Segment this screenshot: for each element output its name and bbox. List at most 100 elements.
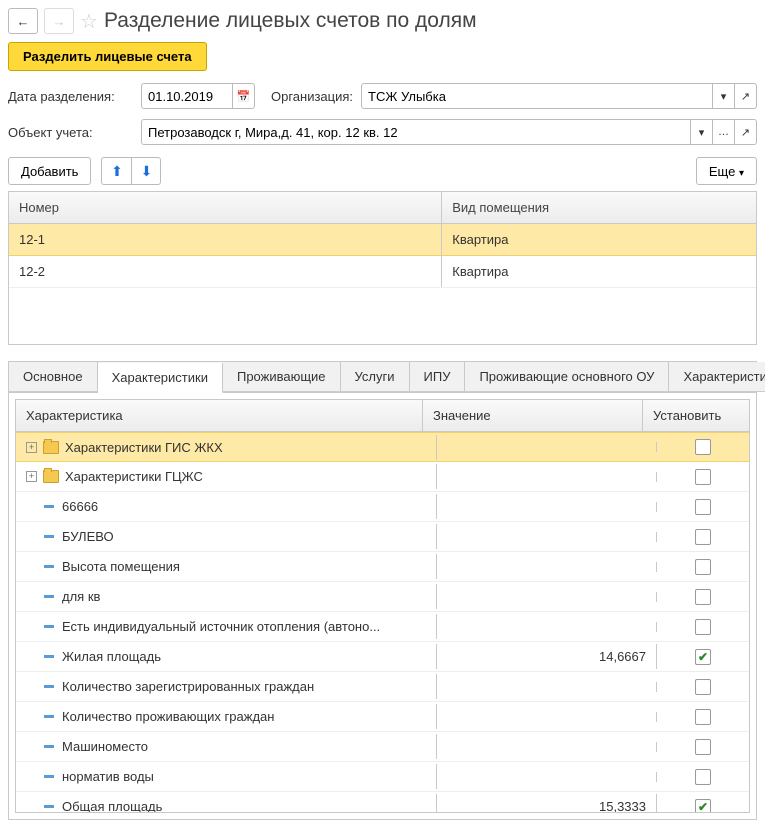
property-row[interactable]: Количество проживающих граждан xyxy=(16,702,749,732)
set-checkbox[interactable] xyxy=(695,619,711,635)
item-icon xyxy=(44,625,54,628)
set-checkbox[interactable] xyxy=(695,469,711,485)
nav-forward-button[interactable]: → xyxy=(44,8,74,34)
chevron-down-icon: ▾ xyxy=(699,126,705,139)
set-checkbox[interactable] xyxy=(695,679,711,695)
item-icon xyxy=(44,685,54,688)
set-checkbox[interactable] xyxy=(695,589,711,605)
obj-dropdown-button[interactable]: ▾ xyxy=(691,119,713,145)
set-checkbox[interactable]: ✔ xyxy=(695,649,711,665)
property-value xyxy=(437,622,657,632)
property-label: Общая площадь xyxy=(62,799,162,812)
date-input[interactable] xyxy=(141,83,233,109)
set-checkbox[interactable] xyxy=(695,559,711,575)
split-accounts-button[interactable]: Разделить лицевые счета xyxy=(8,42,207,71)
ellipsis-icon: … xyxy=(718,126,729,138)
item-icon xyxy=(44,715,54,718)
open-icon: ↗ xyxy=(741,126,750,139)
item-icon xyxy=(44,595,54,598)
property-label: Есть индивидуальный источник отопления (… xyxy=(62,619,380,634)
property-value xyxy=(437,442,657,452)
item-icon xyxy=(44,565,54,568)
cell-type: Квартира xyxy=(442,224,756,255)
cell-number: 12-1 xyxy=(9,224,442,255)
org-open-button[interactable]: ↗ xyxy=(735,83,757,109)
property-row[interactable]: БУЛЕВО xyxy=(16,522,749,552)
tab-2[interactable]: Проживающие xyxy=(223,362,341,392)
set-checkbox[interactable] xyxy=(695,529,711,545)
property-row[interactable]: + Характеристики ГЦЖС xyxy=(16,462,749,492)
item-icon xyxy=(44,775,54,778)
expand-icon[interactable]: + xyxy=(26,442,37,453)
move-down-button[interactable]: ⬇ xyxy=(131,157,161,185)
property-value xyxy=(437,562,657,572)
property-value xyxy=(437,712,657,722)
properties-grid: Характеристика Значение Установить +Хара… xyxy=(15,399,750,813)
folder-icon xyxy=(43,441,59,454)
property-row[interactable]: Количество зарегистрированных граждан xyxy=(16,672,749,702)
property-label: Машиноместо xyxy=(62,739,148,754)
property-row[interactable]: Высота помещения xyxy=(16,552,749,582)
date-picker-button[interactable]: 📅 xyxy=(233,83,255,109)
item-icon xyxy=(44,505,54,508)
folder-icon xyxy=(43,470,59,483)
table-row[interactable]: 12-1Квартира xyxy=(9,224,756,256)
property-label: 66666 xyxy=(62,499,98,514)
arrow-down-icon: ⬇ xyxy=(141,163,153,180)
property-row[interactable]: норматив воды xyxy=(16,762,749,792)
tab-0[interactable]: Основное xyxy=(9,362,98,392)
obj-input[interactable] xyxy=(141,119,691,145)
property-value xyxy=(437,682,657,692)
chevron-down-icon: ▾ xyxy=(739,168,744,179)
tab-bar: ОсновноеХарактеристикиПроживающиеУслугиИ… xyxy=(8,361,757,392)
property-value xyxy=(437,472,657,482)
set-checkbox[interactable] xyxy=(695,499,711,515)
property-label: Высота помещения xyxy=(62,559,180,574)
obj-open-button[interactable]: ↗ xyxy=(735,119,757,145)
property-label: для кв xyxy=(62,589,100,604)
col-header-set[interactable]: Установить xyxy=(643,400,735,431)
col-header-property[interactable]: Характеристика xyxy=(16,400,423,431)
col-header-value[interactable]: Значение xyxy=(423,400,643,431)
chevron-down-icon: ▾ xyxy=(721,90,727,103)
tab-1[interactable]: Характеристики xyxy=(98,363,223,393)
set-checkbox[interactable]: ✔ xyxy=(695,799,711,813)
obj-choose-button[interactable]: … xyxy=(713,119,735,145)
col-header-number[interactable]: Номер xyxy=(9,192,442,223)
set-checkbox[interactable] xyxy=(695,439,711,455)
set-checkbox[interactable] xyxy=(695,739,711,755)
property-value xyxy=(437,592,657,602)
item-icon xyxy=(44,745,54,748)
property-row[interactable]: Машиноместо xyxy=(16,732,749,762)
property-label: Количество зарегистрированных граждан xyxy=(62,679,314,694)
property-row[interactable]: +Характеристики ГИС ЖКХ xyxy=(16,432,749,462)
more-button[interactable]: Еще ▾ xyxy=(696,157,757,185)
calendar-icon: 📅 xyxy=(237,90,251,103)
set-checkbox[interactable] xyxy=(695,709,711,725)
nav-back-button[interactable]: ← xyxy=(8,8,38,34)
tab-4[interactable]: ИПУ xyxy=(410,362,466,392)
property-row[interactable]: Общая площадь15,3333✔ xyxy=(16,792,749,812)
property-row[interactable]: Есть индивидуальный источник отопления (… xyxy=(16,612,749,642)
property-label: норматив воды xyxy=(62,769,154,784)
tab-3[interactable]: Услуги xyxy=(341,362,410,392)
col-header-type[interactable]: Вид помещения xyxy=(442,192,756,223)
item-icon xyxy=(44,805,54,808)
table-row[interactable]: 12-2Квартира xyxy=(9,256,756,288)
favorite-icon[interactable]: ☆ xyxy=(80,9,98,34)
set-checkbox[interactable] xyxy=(695,769,711,785)
cell-type: Квартира xyxy=(442,256,756,287)
move-up-button[interactable]: ⬆ xyxy=(101,157,131,185)
org-input[interactable] xyxy=(361,83,713,109)
property-value xyxy=(437,742,657,752)
property-label: Характеристики ГЦЖС xyxy=(65,469,203,484)
tab-5[interactable]: Проживающие основного ОУ xyxy=(465,362,669,392)
property-label: БУЛЕВО xyxy=(62,529,114,544)
tab-6[interactable]: Характеристики ЛС xyxy=(669,362,765,392)
property-row[interactable]: 66666 xyxy=(16,492,749,522)
property-row[interactable]: Жилая площадь14,6667✔ xyxy=(16,642,749,672)
expand-icon[interactable]: + xyxy=(26,471,37,482)
add-button[interactable]: Добавить xyxy=(8,157,91,185)
org-dropdown-button[interactable]: ▾ xyxy=(713,83,735,109)
property-row[interactable]: для кв xyxy=(16,582,749,612)
